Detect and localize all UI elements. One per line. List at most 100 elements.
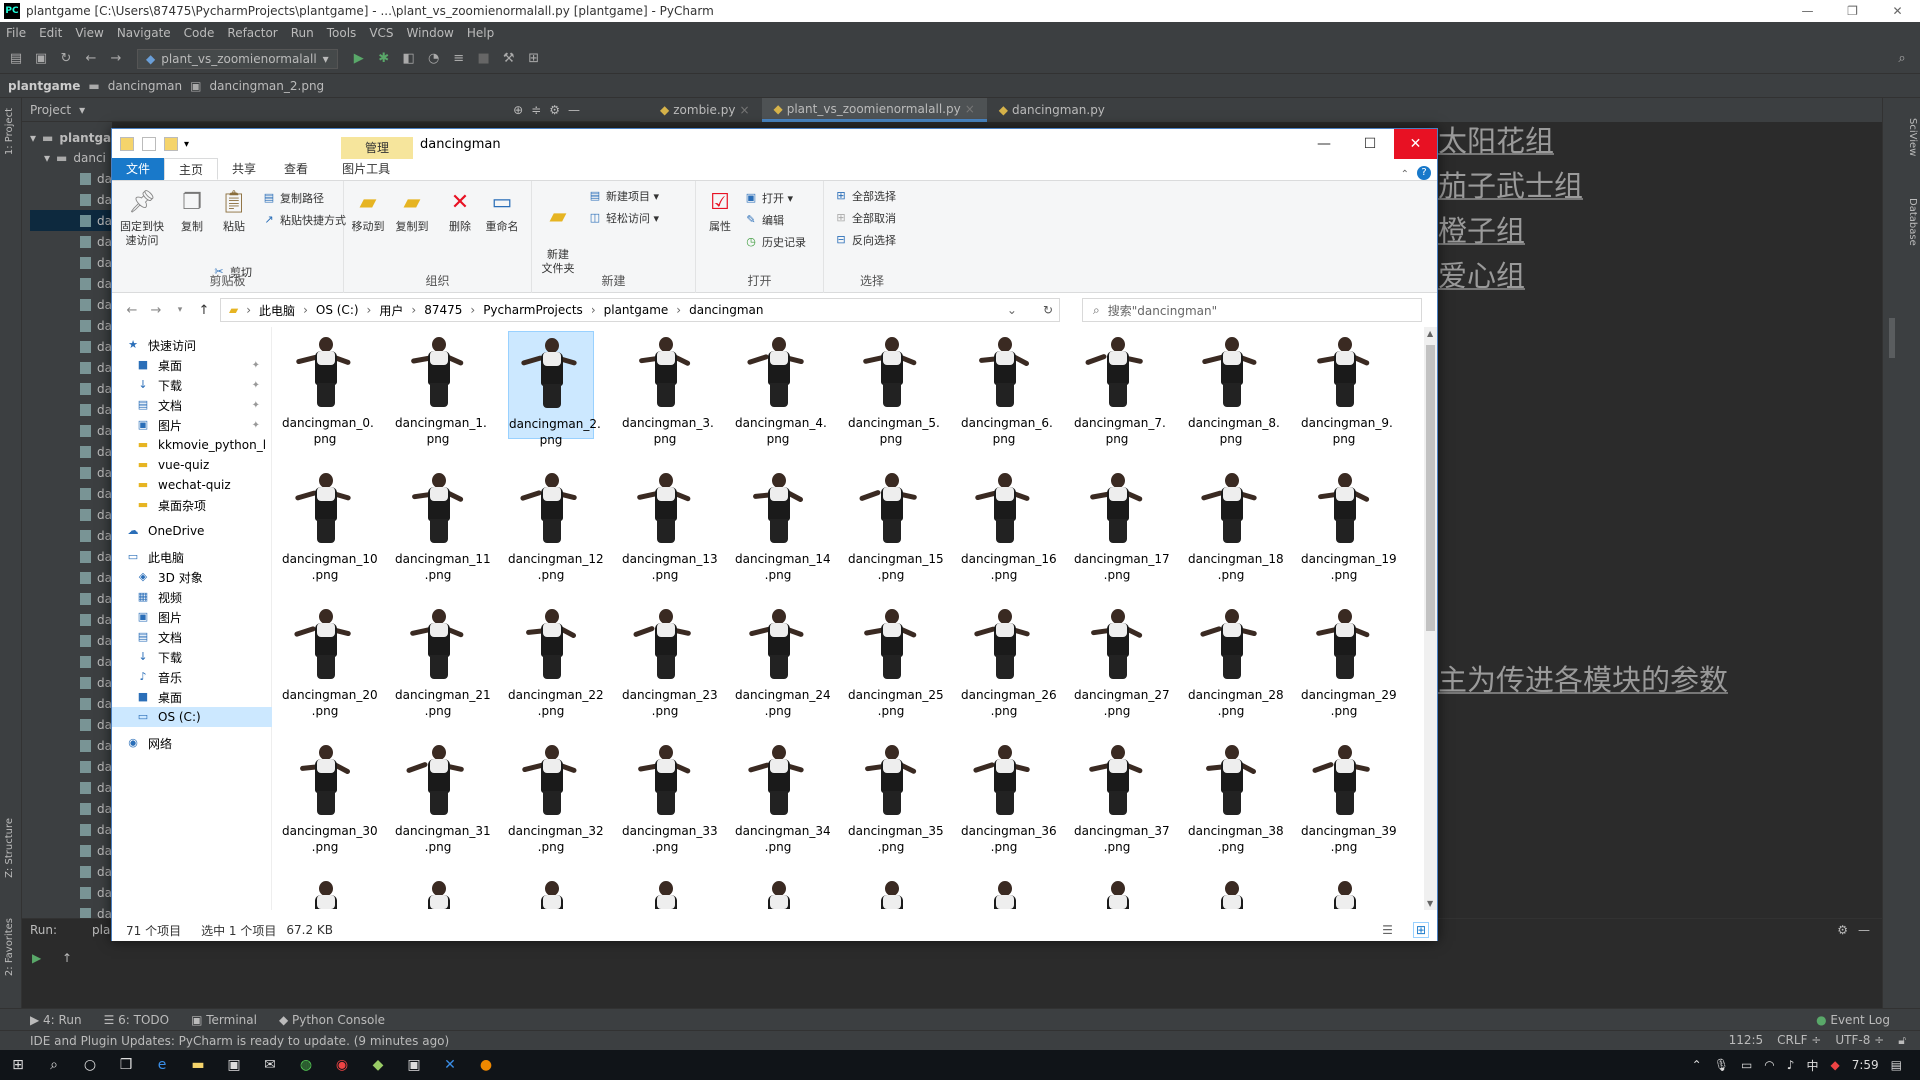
- run-panel-tab[interactable]: pla: [92, 923, 110, 937]
- easy-access-button[interactable]: ◫ 轻松访问 ▾: [588, 209, 659, 227]
- nav-item[interactable]: ↓ 下载 ✦: [112, 375, 272, 395]
- move-to-button[interactable]: ▰ 移动到: [346, 189, 390, 234]
- file-item[interactable]: dancingman_39 .png: [1301, 739, 1397, 854]
- tree-file-item[interactable]: da: [30, 672, 112, 693]
- file-item[interactable]: dancingman_4. png: [735, 331, 827, 446]
- address-segment[interactable]: PycharmProjects: [483, 303, 583, 317]
- pycharm-restore-icon[interactable]: ❐: [1830, 4, 1875, 18]
- tool-tab-run[interactable]: ▶ 4: Run: [30, 1013, 82, 1027]
- tree-file-item[interactable]: da: [30, 798, 112, 819]
- copy-to-button[interactable]: ▰ 复制到: [390, 189, 434, 234]
- file-item[interactable]: dancingman_22 .png: [508, 603, 604, 718]
- back-icon[interactable]: ←: [120, 303, 144, 318]
- tab-share[interactable]: 共享: [218, 158, 270, 180]
- scrollbar-thumb[interactable]: [1426, 345, 1435, 631]
- nav-item[interactable]: ▤ 文档 ✦: [112, 395, 272, 415]
- breadcrumb-folder[interactable]: dancingman: [108, 79, 182, 93]
- side-tab-project[interactable]: 1: Project: [4, 108, 15, 155]
- locate-icon[interactable]: ⊕: [513, 103, 523, 117]
- app-icon[interactable]: ◍: [288, 1057, 324, 1073]
- forward-icon[interactable]: →: [108, 51, 124, 67]
- mail-icon[interactable]: ✉: [252, 1057, 288, 1073]
- nav-item[interactable]: ▣ 图片: [112, 607, 272, 627]
- tool-tab-todo[interactable]: ☰ 6: TODO: [104, 1013, 170, 1027]
- chevron-down-icon[interactable]: ⌄: [1007, 303, 1017, 317]
- file-item[interactable]: dancingman_5. png: [848, 331, 940, 446]
- nav-item[interactable]: ↓ 下载: [112, 647, 272, 667]
- tab-picture-tools[interactable]: 图片工具: [328, 158, 404, 180]
- profile-icon[interactable]: ◔: [426, 51, 442, 67]
- tab-zombie[interactable]: ◆ zombie.py ×: [648, 98, 762, 122]
- menu-navigate[interactable]: Navigate: [117, 26, 171, 40]
- tree-file-item[interactable]: da: [30, 840, 112, 861]
- properties-quick-icon[interactable]: [142, 137, 156, 151]
- tree-file-item[interactable]: da: [30, 525, 112, 546]
- file-item[interactable]: dancingman_30 .png: [282, 739, 378, 854]
- file-item[interactable]: [508, 875, 594, 909]
- file-item[interactable]: dancingman_9. png: [1301, 331, 1393, 446]
- address-bar[interactable]: ▰ › 此电脑 › OS (C:) › 用户 › 87475 › Pycharm…: [220, 298, 1060, 322]
- tab-plant-vs-zombie[interactable]: ◆ plant_vs_zoomienormalall.py ×: [761, 98, 987, 122]
- app-icon[interactable]: ◆: [360, 1057, 396, 1073]
- nav-item[interactable]: ▭ OS (C:): [112, 707, 272, 727]
- tree-file-item[interactable]: da: [30, 756, 112, 777]
- file-item[interactable]: dancingman_38 .png: [1188, 739, 1284, 854]
- side-tab-sciview[interactable]: SciView: [1907, 118, 1918, 156]
- menu-refactor[interactable]: Refactor: [227, 26, 277, 40]
- tree-file-item[interactable]: da: [30, 441, 112, 462]
- vscode-icon[interactable]: ✕: [432, 1057, 468, 1073]
- file-item[interactable]: dancingman_28 .png: [1188, 603, 1284, 718]
- forward-icon[interactable]: →: [144, 303, 168, 318]
- pin-icon[interactable]: ✦: [252, 420, 260, 431]
- menu-vcs[interactable]: VCS: [369, 26, 393, 40]
- file-item[interactable]: dancingman_3. png: [622, 331, 714, 446]
- file-item[interactable]: [395, 875, 481, 909]
- delete-button[interactable]: ✕ 删除: [438, 189, 482, 234]
- file-item[interactable]: dancingman_11 .png: [395, 467, 491, 582]
- open-folder-icon[interactable]: ▤: [8, 51, 24, 67]
- event-log-button[interactable]: ● Event Log: [1816, 1013, 1890, 1027]
- invert-selection-button[interactable]: ⊟ 反向选择: [834, 231, 896, 249]
- chevron-down-icon[interactable]: ▾: [184, 139, 189, 150]
- tree-file-item[interactable]: da: [30, 399, 112, 420]
- chrome-icon[interactable]: ◉: [324, 1057, 360, 1073]
- file-item[interactable]: dancingman_14 .png: [735, 467, 831, 582]
- search-everywhere-icon[interactable]: ⌕: [1894, 51, 1910, 67]
- breadcrumb-file[interactable]: dancingman_2.png: [210, 79, 325, 93]
- file-item[interactable]: dancingman_13 .png: [622, 467, 718, 582]
- pycharm-taskbar-icon[interactable]: ▣: [396, 1057, 432, 1073]
- tree-file-item[interactable]: da: [30, 693, 112, 714]
- tab-manage[interactable]: 管理: [341, 137, 413, 159]
- nav-item[interactable]: ♪ 音乐: [112, 667, 272, 687]
- tree-file-item[interactable]: da: [30, 420, 112, 441]
- file-item[interactable]: dancingman_31 .png: [395, 739, 491, 854]
- address-segment[interactable]: plantgame: [604, 303, 669, 317]
- tree-file-item[interactable]: da: [30, 315, 112, 336]
- collapse-icon[interactable]: ≑: [531, 103, 541, 117]
- lock-icon[interactable]: 🔓︎: [1898, 1033, 1906, 1048]
- tree-file-item[interactable]: da: [30, 252, 112, 273]
- file-item[interactable]: dancingman_1. png: [395, 331, 487, 446]
- tree-file-item[interactable]: da: [30, 357, 112, 378]
- tree-file-item[interactable]: da: [30, 231, 112, 252]
- tree-file-item[interactable]: da: [30, 609, 112, 630]
- address-segment[interactable]: 用户: [379, 302, 403, 319]
- refresh-icon[interactable]: ↻: [1043, 303, 1053, 317]
- tree-file-item[interactable]: da: [30, 294, 112, 315]
- file-item[interactable]: dancingman_34 .png: [735, 739, 831, 854]
- paste-button[interactable]: 📋︎ 粘贴: [212, 189, 256, 234]
- sync-icon[interactable]: ↻: [58, 51, 74, 67]
- hide-icon[interactable]: —: [568, 103, 580, 117]
- tree-root[interactable]: ▾ ▬ plantga: [30, 128, 112, 148]
- file-item[interactable]: dancingman_2. png: [508, 331, 601, 447]
- menu-file[interactable]: File: [6, 26, 26, 40]
- file-item[interactable]: dancingman_27 .png: [1074, 603, 1170, 718]
- tab-home[interactable]: 主页: [164, 158, 219, 180]
- paste-shortcut-button[interactable]: ↗ 粘贴快捷方式: [262, 211, 346, 229]
- history-button[interactable]: ◷ 历史记录: [744, 233, 806, 251]
- project-panel-label[interactable]: Project: [30, 103, 71, 117]
- pin-icon[interactable]: ✦: [252, 380, 260, 391]
- nav-item[interactable]: ▬ vue-quiz: [112, 455, 272, 475]
- tree-file-item[interactable]: da: [30, 483, 112, 504]
- file-item[interactable]: dancingman_26 .png: [961, 603, 1057, 718]
